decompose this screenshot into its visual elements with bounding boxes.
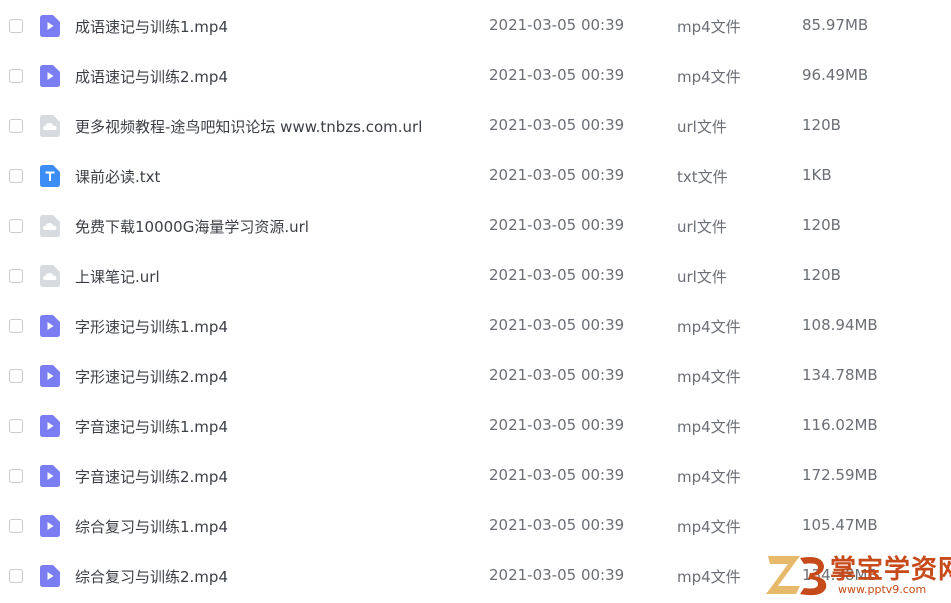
file-type: mp4文件 xyxy=(677,568,741,586)
row-checkbox[interactable] xyxy=(9,269,23,283)
url-file-icon xyxy=(40,115,60,137)
file-row[interactable]: 成语速记与训练2.mp4 2021-03-05 00:39 mp4文件 96.4… xyxy=(0,51,951,101)
file-date: 2021-03-05 00:39 xyxy=(489,366,625,384)
file-size: 96.49MB xyxy=(802,66,869,84)
file-size: 105.47MB xyxy=(802,516,878,534)
video-file-icon xyxy=(40,315,60,337)
file-size: 108.94MB xyxy=(802,316,878,334)
video-file-icon xyxy=(40,15,60,37)
video-file-icon xyxy=(40,65,60,87)
file-row[interactable]: 课前必读.txt 2021-03-05 00:39 txt文件 1KB xyxy=(0,151,951,201)
video-file-icon xyxy=(40,515,60,537)
file-date: 2021-03-05 00:39 xyxy=(489,316,625,334)
file-type: mp4文件 xyxy=(677,318,741,336)
file-size: 134.78MB xyxy=(802,366,878,384)
file-size: 1KB xyxy=(802,166,832,184)
file-type: mp4文件 xyxy=(677,368,741,386)
file-size: 120B xyxy=(802,216,841,234)
file-row[interactable]: 字形速记与训练2.mp4 2021-03-05 00:39 mp4文件 134.… xyxy=(0,351,951,401)
file-name[interactable]: 字形速记与训练2.mp4 xyxy=(75,366,228,387)
file-name[interactable]: 综合复习与训练2.mp4 xyxy=(75,566,228,587)
file-size: 172.59MB xyxy=(802,466,878,484)
file-row[interactable]: 综合复习与训练1.mp4 2021-03-05 00:39 mp4文件 105.… xyxy=(0,501,951,551)
file-name[interactable]: 成语速记与训练1.mp4 xyxy=(75,16,228,37)
file-date: 2021-03-05 00:39 xyxy=(489,166,625,184)
file-date: 2021-03-05 00:39 xyxy=(489,516,625,534)
watermark-logo xyxy=(766,556,827,596)
file-size: 85.97MB xyxy=(802,16,869,34)
url-file-icon xyxy=(40,265,60,287)
file-row[interactable]: 更多视频教程-途鸟吧知识论坛 www.tnbzs.com.url 2021-03… xyxy=(0,101,951,151)
file-size: 120B xyxy=(802,116,841,134)
file-date: 2021-03-05 00:39 xyxy=(489,566,625,584)
file-date: 2021-03-05 00:39 xyxy=(489,16,625,34)
row-checkbox[interactable] xyxy=(9,569,23,583)
file-name[interactable]: 上课笔记.url xyxy=(75,266,160,287)
file-row[interactable]: 字形速记与训练1.mp4 2021-03-05 00:39 mp4文件 108.… xyxy=(0,301,951,351)
video-file-icon xyxy=(40,365,60,387)
file-row[interactable]: 上课笔记.url 2021-03-05 00:39 url文件 120B xyxy=(0,251,951,301)
row-checkbox[interactable] xyxy=(9,219,23,233)
file-type: mp4文件 xyxy=(677,468,741,486)
file-row[interactable]: 免费下载10000G海量学习资源.url 2021-03-05 00:39 ur… xyxy=(0,201,951,251)
file-type: url文件 xyxy=(677,118,727,136)
file-size: 120B xyxy=(802,266,841,284)
file-type: mp4文件 xyxy=(677,418,741,436)
file-type: mp4文件 xyxy=(677,518,741,536)
file-type: mp4文件 xyxy=(677,18,741,36)
file-row[interactable]: 字音速记与训练1.mp4 2021-03-05 00:39 mp4文件 116.… xyxy=(0,401,951,451)
video-file-icon xyxy=(40,465,60,487)
file-row[interactable]: 成语速记与训练1.mp4 2021-03-05 00:39 mp4文件 85.9… xyxy=(0,1,951,51)
row-checkbox[interactable] xyxy=(9,519,23,533)
file-name[interactable]: 字形速记与训练1.mp4 xyxy=(75,316,228,337)
file-date: 2021-03-05 00:39 xyxy=(489,266,625,284)
file-type: url文件 xyxy=(677,268,727,286)
file-type: url文件 xyxy=(677,218,727,236)
watermark-title: 掌宝学资网 xyxy=(830,555,951,585)
file-type: txt文件 xyxy=(677,168,728,186)
row-checkbox[interactable] xyxy=(9,119,23,133)
video-file-icon xyxy=(40,415,60,437)
file-name[interactable]: 课前必读.txt xyxy=(75,166,160,187)
file-row[interactable]: 字音速记与训练2.mp4 2021-03-05 00:39 mp4文件 172.… xyxy=(0,451,951,501)
row-checkbox[interactable] xyxy=(9,369,23,383)
file-name[interactable]: 字音速记与训练1.mp4 xyxy=(75,416,228,437)
file-date: 2021-03-05 00:39 xyxy=(489,416,625,434)
file-date: 2021-03-05 00:39 xyxy=(489,216,625,234)
file-name[interactable]: 综合复习与训练1.mp4 xyxy=(75,516,228,537)
watermark: 掌宝学资网 www.pptv9.com xyxy=(764,548,951,600)
row-checkbox[interactable] xyxy=(9,319,23,333)
file-name[interactable]: 免费下载10000G海量学习资源.url xyxy=(75,216,309,237)
file-name[interactable]: 更多视频教程-途鸟吧知识论坛 www.tnbzs.com.url xyxy=(75,116,422,137)
txt-file-icon xyxy=(40,165,60,187)
watermark-url: www.pptv9.com xyxy=(838,583,927,596)
file-size: 116.02MB xyxy=(802,416,878,434)
file-date: 2021-03-05 00:39 xyxy=(489,466,625,484)
file-list: 成语速记与训练1.mp4 2021-03-05 00:39 mp4文件 85.9… xyxy=(0,0,951,603)
file-name[interactable]: 字音速记与训练2.mp4 xyxy=(75,466,228,487)
row-checkbox[interactable] xyxy=(9,69,23,83)
file-date: 2021-03-05 00:39 xyxy=(489,116,625,134)
row-checkbox[interactable] xyxy=(9,19,23,33)
file-name[interactable]: 成语速记与训练2.mp4 xyxy=(75,66,228,87)
file-type: mp4文件 xyxy=(677,68,741,86)
url-file-icon xyxy=(40,215,60,237)
row-checkbox[interactable] xyxy=(9,469,23,483)
row-checkbox[interactable] xyxy=(9,169,23,183)
row-checkbox[interactable] xyxy=(9,419,23,433)
file-date: 2021-03-05 00:39 xyxy=(489,66,625,84)
video-file-icon xyxy=(40,565,60,587)
